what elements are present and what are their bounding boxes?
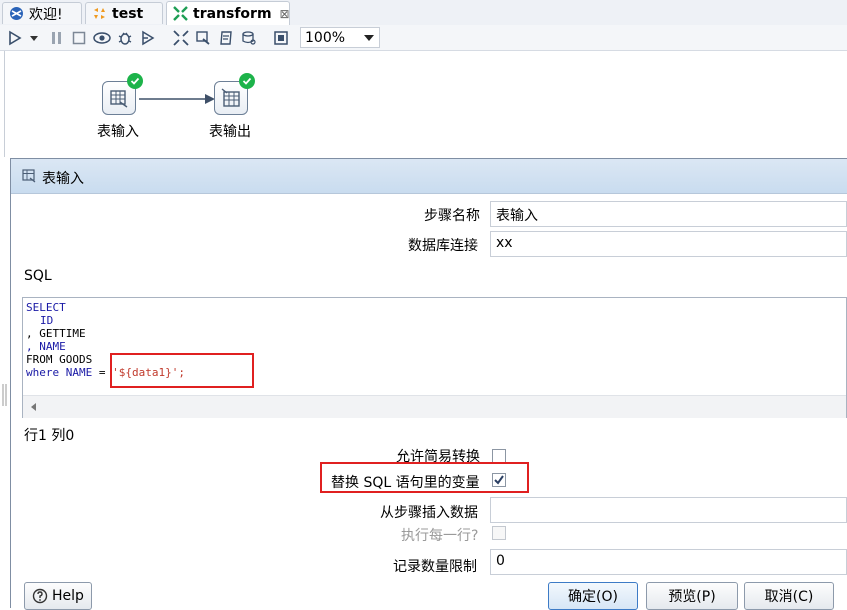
verify-icon [173,30,189,46]
verify-button[interactable] [172,29,190,47]
preview-run-button[interactable] [93,29,111,47]
step-ok-icon [127,73,143,89]
eye-icon [93,32,111,44]
explore-db-button[interactable] [240,29,258,47]
insert-from-step-label: 从步骤插入数据 [380,505,478,521]
run-options-dropdown[interactable] [28,29,40,47]
dialog-titlebar: 表输入 [11,159,847,194]
db-connection-select[interactable]: xx [490,231,847,257]
sql-line: , GETTIME [26,327,86,340]
highlight-box-variable [110,353,254,388]
table-output-icon [221,88,240,107]
script-icon [220,31,232,45]
exec-each-row-label: 执行每一行? [401,528,479,544]
tab-transform[interactable]: transform ⊠ [166,1,290,25]
tab-test-label: test [112,5,144,22]
chevron-down-icon [30,36,38,41]
replay-icon [142,30,155,46]
pause-icon [52,32,61,44]
sql-line: ID [40,314,54,327]
pause-button[interactable] [48,29,66,47]
table-input-icon [22,169,36,183]
scroll-left-icon[interactable] [31,403,36,411]
zoom-value: 100% [305,29,346,46]
dialog-title: 表输入 [42,171,84,187]
play-icon [9,30,22,46]
cancel-button[interactable]: 取消(C) [744,582,834,610]
step-label: 表输入 [97,124,139,140]
run-button[interactable] [6,29,24,47]
globe-icon [9,6,24,21]
replay-button[interactable] [139,29,157,47]
tab-welcome-label: 欢迎! [29,6,63,23]
tab-test[interactable]: test [85,2,163,24]
horizontal-scrollbar[interactable] [23,395,846,418]
resize-handle[interactable] [0,380,10,410]
limit-label: 记录数量限制 [393,559,477,575]
transform-toolbar [0,25,847,51]
sql-button[interactable] [217,29,235,47]
ok-button[interactable]: 确定(O) [548,582,638,610]
show-results-button[interactable] [272,29,290,47]
database-search-icon [242,31,256,45]
zoom-select[interactable]: 100% [300,27,380,48]
preview-button[interactable]: 预览(P) [646,582,738,610]
chevron-down-icon [364,35,374,41]
close-tab-icon[interactable]: ⊠ [280,7,290,21]
grid-view-icon [274,31,288,45]
stop-icon [72,31,86,45]
insert-from-step-select[interactable] [490,497,847,523]
highlight-box-replace-vars [320,462,529,493]
editor-tab-bar: 欢迎! test transform ⊠ [0,0,847,26]
step-name-field[interactable]: 表输入 [490,201,847,227]
step-label: 表输出 [209,124,251,140]
step-name-label: 步骤名称 [424,208,480,224]
job-icon [92,6,107,21]
exec-each-row-checkbox[interactable] [492,526,506,540]
sql-line: , NAME [26,340,66,353]
impact-button[interactable] [194,29,212,47]
sql-line: SELECT [26,301,66,314]
tab-transform-label: transform [193,5,272,22]
sql-label: SQL [24,268,52,284]
lazy-conversion-checkbox[interactable] [492,449,506,463]
help-button[interactable]: Help [24,582,92,610]
cursor-position: 行1 列0 [24,428,75,444]
bug-icon [118,32,132,45]
db-connection-label: 数据库连接 [408,238,478,254]
help-button-label: Help [52,588,84,604]
hop-arrow[interactable] [139,91,217,107]
transform-icon [173,6,188,21]
transformation-canvas[interactable]: 表输入 表输出 [4,51,847,157]
step-ok-icon [239,73,255,89]
stop-button[interactable] [70,29,88,47]
impact-icon [196,31,210,45]
limit-field[interactable]: 0 [490,549,847,575]
tab-welcome[interactable]: 欢迎! [2,2,82,24]
table-input-icon [110,90,128,108]
help-icon [32,588,48,604]
debug-button[interactable] [116,29,134,47]
